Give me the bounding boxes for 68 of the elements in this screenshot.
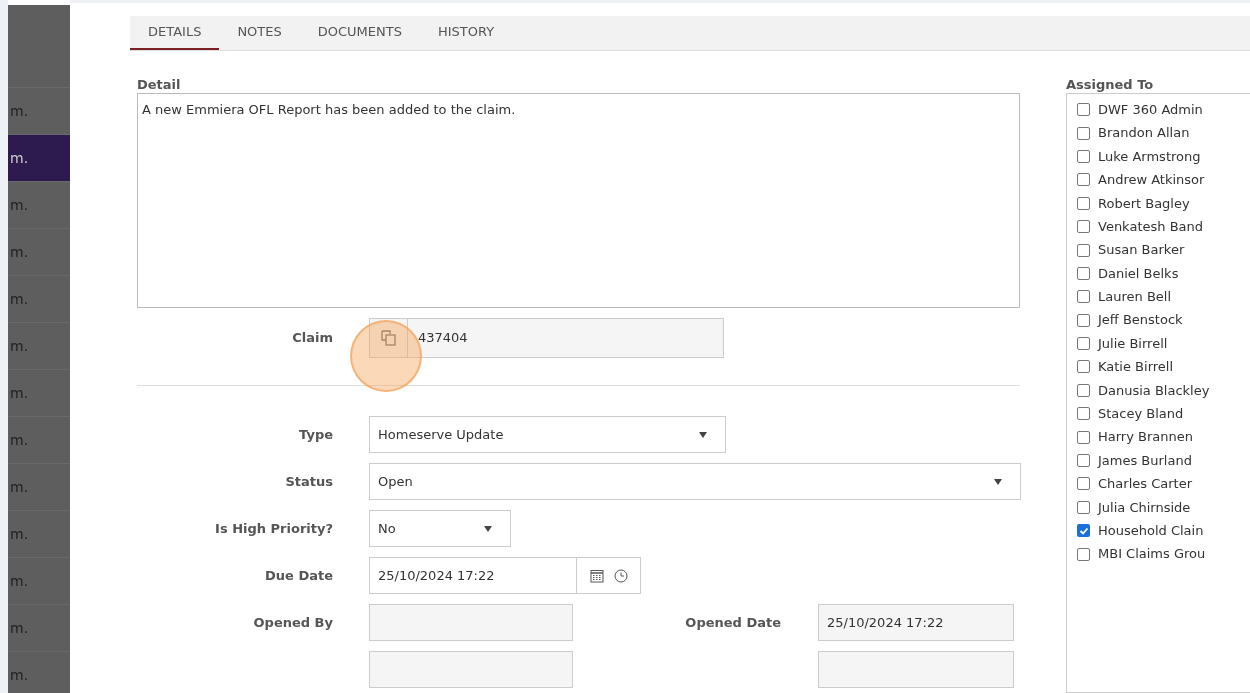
checkbox[interactable] [1077, 103, 1090, 117]
tab[interactable]: DETAILS [130, 16, 220, 50]
tab[interactable]: HISTORY [419, 16, 513, 50]
tab[interactable]: DOCUMENTS [299, 16, 420, 50]
checkbox[interactable] [1077, 454, 1090, 468]
field-label: Due Date [264, 566, 333, 585]
checkbox[interactable] [1077, 173, 1090, 187]
assignee-name: Katie Birrell [1098, 358, 1174, 377]
checkbox[interactable] [1077, 524, 1090, 538]
assignee-name: Daniel Belks [1098, 264, 1179, 283]
input-field[interactable] [369, 604, 573, 641]
input-field[interactable]: 25/10/2024 17:22 [818, 604, 1014, 641]
assignee-name: MBI Claims Grou [1098, 545, 1206, 564]
date-field[interactable]: 25/10/2024 17:22 [369, 557, 577, 594]
assignee-name: DWF 360 Admin [1098, 100, 1203, 119]
assignee-name: Julia Chirnside [1098, 498, 1191, 517]
assignee-name: Andrew Atkinsor [1098, 171, 1205, 190]
assignee-name: James Burland [1098, 451, 1192, 470]
checkbox[interactable] [1077, 149, 1090, 163]
assignee-name: Charles Carter [1098, 475, 1192, 494]
assignee-name: Brandon Allan [1098, 124, 1190, 143]
assignee-name: Luke Armstrong [1098, 147, 1201, 166]
checkbox[interactable] [1077, 220, 1090, 234]
detail-textarea[interactable]: A new Emmiera OFL Report has been added to the claim. [137, 93, 1020, 308]
checkbox[interactable] [1077, 337, 1090, 351]
input-field[interactable] [369, 651, 573, 688]
checkbox[interactable] [1077, 313, 1090, 327]
assignee-name: Susan Barker [1098, 241, 1185, 260]
checkbox[interactable] [1077, 500, 1090, 514]
clock-icon[interactable] [613, 568, 628, 583]
tab[interactable]: NOTES [219, 16, 300, 50]
assignee-name: Danusia Blackley [1098, 381, 1210, 400]
field-label: Type [298, 425, 333, 444]
assignee-name: Stacey Bland [1098, 405, 1184, 423]
field-label: Is High Priority? [214, 519, 333, 538]
checkbox[interactable] [1077, 243, 1090, 257]
checkbox[interactable] [1077, 407, 1090, 421]
checkbox[interactable] [1077, 126, 1090, 140]
dropdown-caret-icon [484, 525, 492, 532]
assignee-name: Robert Bagley [1098, 194, 1190, 213]
calendar-icon[interactable] [589, 568, 604, 583]
assignee-name: Julie Birrell [1098, 334, 1168, 353]
field-label: Assigned To [1066, 76, 1155, 93]
assignee-name: Household Clain [1098, 521, 1204, 540]
checkbox[interactable] [1077, 383, 1090, 397]
select-field[interactable]: No [369, 510, 511, 547]
dropdown-caret-icon [699, 431, 707, 438]
checkbox[interactable] [1077, 547, 1090, 561]
field-label: Claim [291, 329, 333, 348]
checkbox[interactable] [1077, 266, 1090, 280]
input-field[interactable] [818, 651, 1014, 688]
assignee-name: Jeff Benstock [1098, 311, 1183, 330]
sidebar-item[interactable]: m. [8, 134, 70, 181]
checkbox[interactable] [1077, 290, 1090, 304]
checkbox[interactable] [1077, 477, 1090, 491]
assignee-name: Harry Brannen [1098, 428, 1193, 447]
assignee-name: Lauren Bell [1098, 288, 1172, 307]
checkbox[interactable] [1077, 430, 1090, 444]
field-label: Detail [137, 76, 182, 93]
select-field[interactable]: Homeserve Update [369, 416, 726, 453]
dropdown-caret-icon [994, 478, 1002, 485]
select-field[interactable]: Open [369, 463, 1021, 500]
assignee-name: Venkatesh Band [1098, 217, 1203, 236]
field-label: Status [284, 472, 333, 491]
field-label: Opened Date [684, 613, 781, 632]
checkbox[interactable] [1077, 196, 1090, 210]
field-label: Opened By [252, 613, 333, 632]
checkbox[interactable] [1077, 360, 1090, 374]
